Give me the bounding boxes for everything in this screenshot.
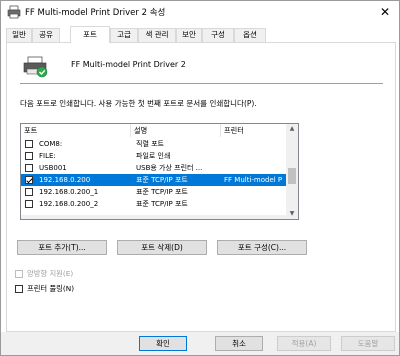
printer-name: FF Multi-model Print Driver 2 bbox=[71, 60, 186, 69]
pooling-checkbox[interactable] bbox=[15, 285, 23, 293]
bidirectional-checkbox[interactable] bbox=[15, 270, 23, 278]
port-name: USB001 bbox=[39, 164, 67, 172]
tab-general[interactable]: 일반 bbox=[6, 28, 32, 42]
port-printer bbox=[224, 150, 286, 162]
port-row-192-168-0-200-2[interactable]: 192.168.0.200_2 표준 TCP/IP 포트 bbox=[21, 198, 286, 210]
separator bbox=[20, 83, 383, 84]
port-description: 파일로 인쇄 bbox=[136, 152, 171, 160]
tab-advanced[interactable]: 고급 bbox=[110, 28, 138, 42]
tab-strip: 일반 공유 포트 고급 색 관리 보안 구성 옵션 bbox=[6, 26, 396, 43]
port-name: COM8: bbox=[39, 140, 63, 148]
column-header-printer[interactable]: 프린터 bbox=[221, 124, 286, 137]
close-icon: ✕ bbox=[379, 5, 391, 19]
pooling-label: 프린터 풀링(N) bbox=[27, 284, 75, 293]
delete-port-button[interactable]: 포트 삭제(D) bbox=[117, 240, 207, 255]
port-checkbox[interactable] bbox=[25, 140, 33, 148]
tab-options[interactable]: 옵션 bbox=[234, 28, 266, 42]
port-printer bbox=[224, 162, 286, 174]
tab-configuration[interactable]: 구성 bbox=[202, 28, 234, 42]
tab-sharing[interactable]: 공유 bbox=[32, 28, 60, 42]
tab-color-management[interactable]: 색 관리 bbox=[138, 28, 176, 42]
add-port-button[interactable]: 포트 추가(T)... bbox=[17, 240, 107, 255]
port-description: 표준 TCP/IP 포트 bbox=[136, 188, 188, 196]
port-printer bbox=[224, 198, 286, 210]
port-checkbox[interactable] bbox=[25, 176, 33, 184]
port-checkbox[interactable] bbox=[25, 200, 33, 208]
tab-ports[interactable]: 포트 bbox=[70, 26, 110, 43]
port-description: 표준 TCP/IP 포트 bbox=[136, 200, 188, 208]
port-description: 직렬 포트 bbox=[136, 140, 164, 148]
port-row-192-168-0-200[interactable]: 192.168.0.200 표준 TCP/IP 포트 FF Multi-mode… bbox=[21, 174, 286, 186]
port-row-file[interactable]: FILE: 파일로 인쇄 bbox=[21, 150, 286, 162]
ports-list-header: 포트 설명 프린터 bbox=[21, 124, 286, 137]
column-header-port[interactable]: 포트 bbox=[21, 124, 131, 137]
apply-button[interactable]: 적용(A) bbox=[277, 336, 331, 351]
column-header-description[interactable]: 설명 bbox=[131, 124, 221, 137]
port-printer bbox=[224, 138, 286, 150]
port-description-text: 다음 포트로 인쇄합니다. 사용 가능한 첫 번째 포트로 문서를 인쇄합니다(… bbox=[20, 99, 257, 108]
port-name: 192.168.0.200 bbox=[39, 176, 91, 184]
ports-list[interactable]: 포트 설명 프린터 COM8: 직렬 포트 FILE: 파일로 인쇄 USB00… bbox=[20, 123, 299, 220]
port-row-usb001[interactable]: USB001 USB용 가상 프린터 ... bbox=[21, 162, 286, 174]
scroll-down-icon[interactable]: ▼ bbox=[286, 209, 298, 219]
port-row-com8[interactable]: COM8: 직렬 포트 bbox=[21, 138, 286, 150]
port-name: FILE: bbox=[39, 152, 56, 160]
port-name: 192.168.0.200_2 bbox=[39, 200, 99, 208]
port-printer bbox=[224, 186, 286, 198]
scrollbar-thumb[interactable] bbox=[288, 168, 296, 184]
horizontal-scrollbar[interactable] bbox=[21, 215, 286, 219]
scroll-up-icon[interactable]: ▲ bbox=[286, 124, 298, 134]
help-button[interactable]: 도움말 bbox=[341, 336, 395, 351]
port-name: 192.168.0.200_1 bbox=[39, 188, 99, 196]
port-checkbox[interactable] bbox=[25, 188, 33, 196]
port-description: 표준 TCP/IP 포트 bbox=[136, 176, 188, 184]
tab-security[interactable]: 보안 bbox=[176, 28, 202, 42]
port-description: USB용 가상 프린터 ... bbox=[136, 164, 203, 172]
port-checkbox[interactable] bbox=[25, 152, 33, 160]
ports-panel: FF Multi-model Print Driver 2 다음 포트로 인쇄합… bbox=[6, 42, 396, 332]
port-printer: FF Multi-model P bbox=[224, 176, 283, 184]
bidirectional-label: 양방향 지원(E) bbox=[27, 269, 74, 278]
port-checkbox[interactable] bbox=[25, 164, 33, 172]
ok-button[interactable]: 확인 bbox=[139, 336, 187, 351]
vertical-scrollbar[interactable]: ▲ ▼ bbox=[286, 124, 298, 219]
printer-default-icon bbox=[23, 56, 48, 78]
dialog-button-bar: 확인 취소 적용(A) 도움말 bbox=[1, 332, 399, 355]
window-title: FF Multi-model Print Driver 2 속성 bbox=[25, 8, 166, 18]
printer-title-icon bbox=[7, 5, 21, 19]
properties-dialog: FF Multi-model Print Driver 2 속성 ✕ 일반 공유… bbox=[0, 0, 400, 356]
cancel-button[interactable]: 취소 bbox=[215, 336, 263, 351]
port-row-192-168-0-200-1[interactable]: 192.168.0.200_1 표준 TCP/IP 포트 bbox=[21, 186, 286, 198]
title-bar[interactable]: FF Multi-model Print Driver 2 속성 ✕ bbox=[1, 1, 399, 23]
configure-port-button[interactable]: 포트 구성(C)... bbox=[217, 240, 307, 255]
close-button[interactable]: ✕ bbox=[373, 2, 397, 22]
